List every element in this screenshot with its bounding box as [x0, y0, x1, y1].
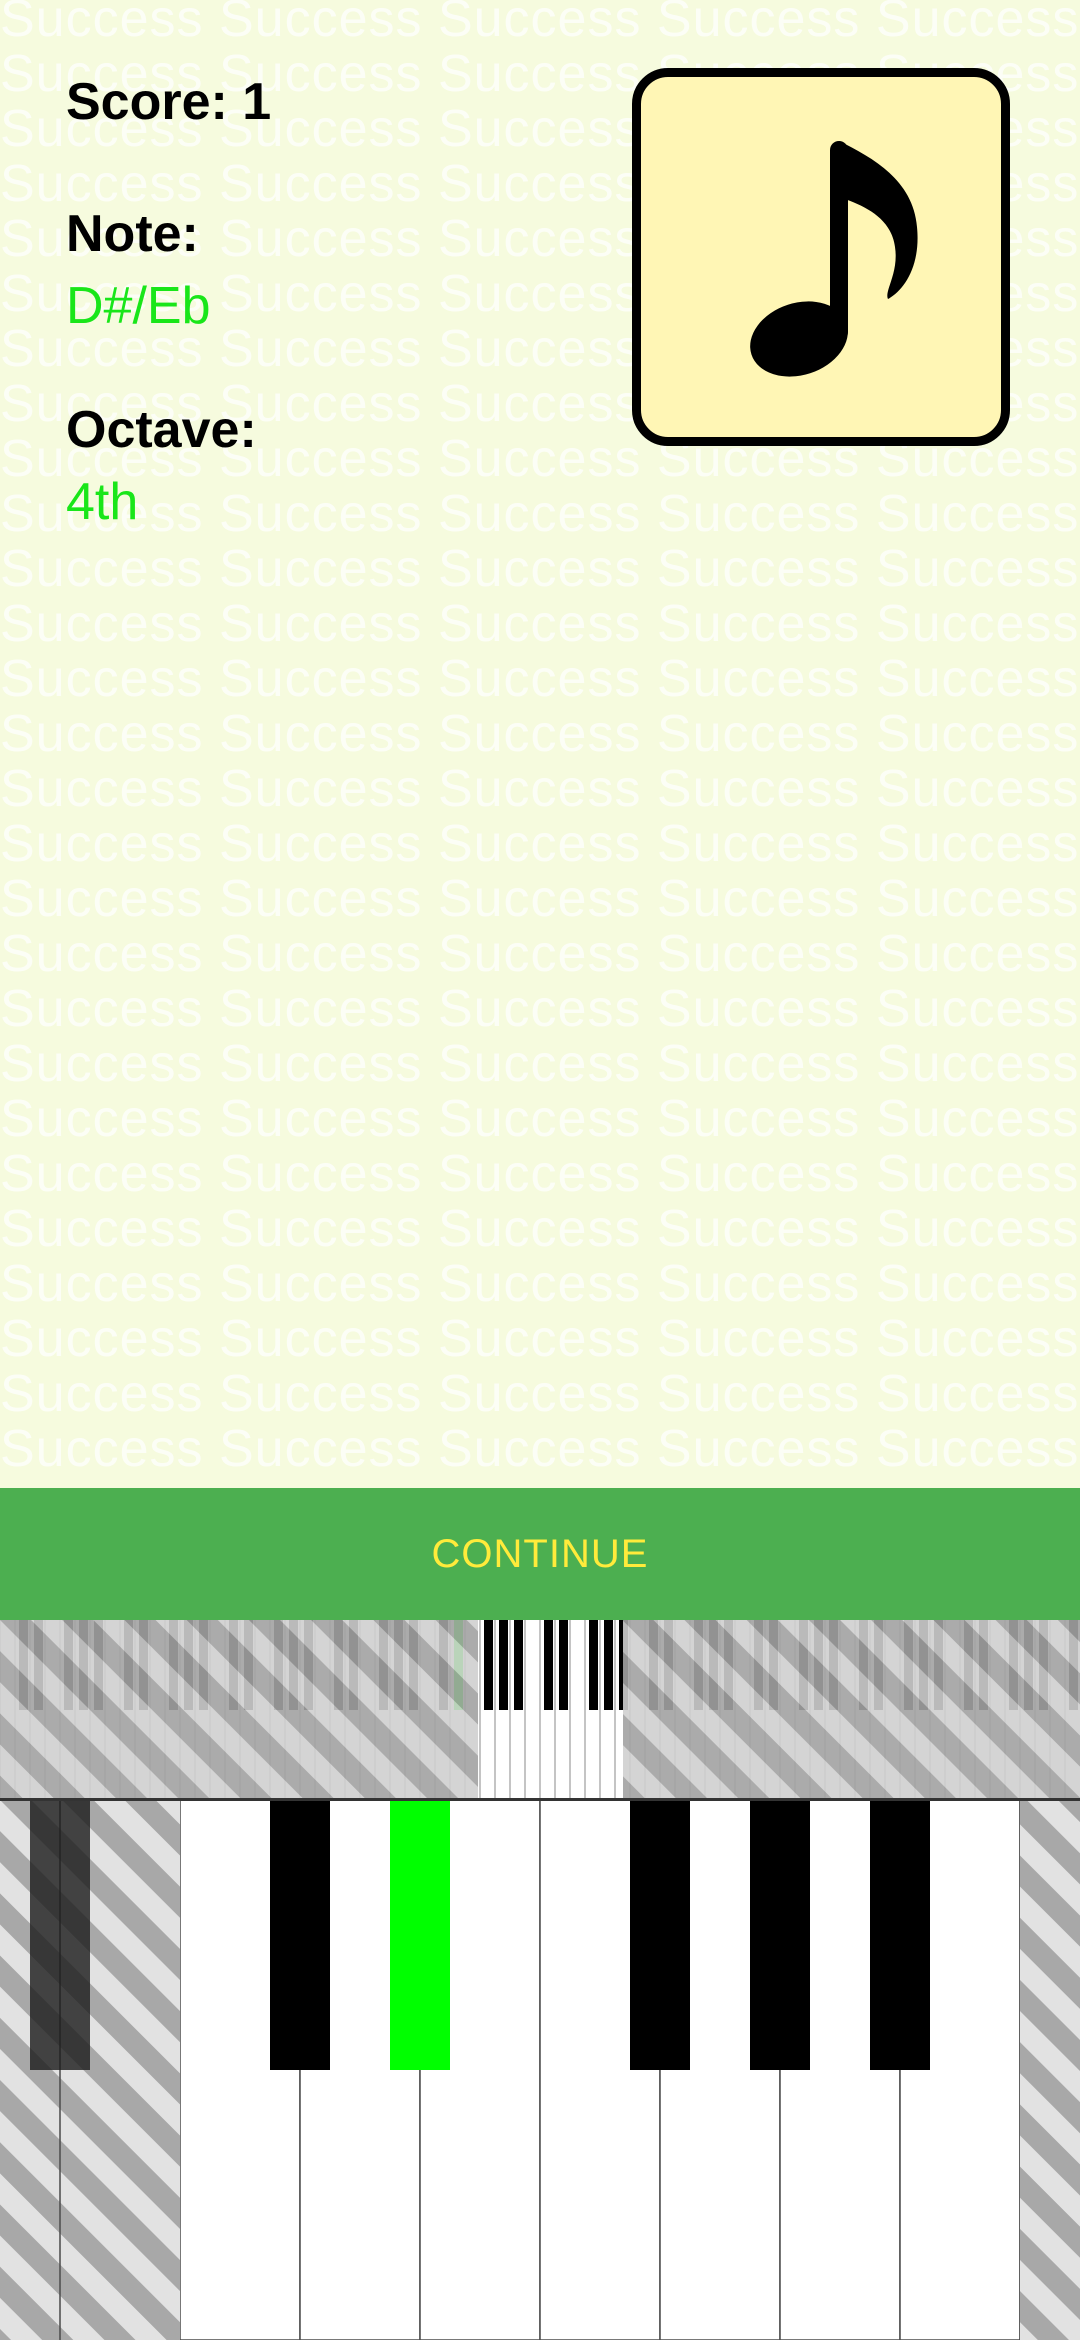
mini-black-key	[559, 1620, 568, 1710]
black-key-highlighted[interactable]	[390, 1800, 450, 2070]
watermark-row: Success Success Success Success Success …	[0, 485, 1080, 543]
watermark-row: Success Success Success Success Success …	[0, 760, 1080, 818]
watermark-row: Success Success Success Success Success …	[0, 1035, 1080, 1093]
mini-black-key	[544, 1620, 553, 1710]
watermark-row: Success Success Success Success Success …	[0, 540, 1080, 598]
note-value: D#/Eb	[66, 277, 211, 335]
black-key-disabled[interactable]	[30, 1800, 90, 2070]
octave-value: 4th	[66, 473, 139, 531]
watermark-row: Success Success Success Success Success …	[0, 980, 1080, 1038]
note-label: Note:	[66, 205, 199, 263]
music-note-icon	[750, 141, 918, 377]
watermark-row: Success Success Success Success Success …	[0, 1255, 1080, 1313]
watermark-row: Success Success Success Success Success …	[0, 1090, 1080, 1148]
watermark-row: Success Success Success Success Success …	[0, 1420, 1080, 1478]
watermark-row: Success Success Success Success Success …	[0, 705, 1080, 763]
watermark-row: Success Success Success Success Success …	[0, 870, 1080, 928]
mini-disabled-overlay-left	[0, 1620, 478, 1800]
black-key[interactable]	[750, 1800, 810, 2070]
mini-disabled-overlay-right	[623, 1620, 1080, 1800]
watermark-row: Success Success Success Success Success …	[0, 1310, 1080, 1368]
watermark-row: Success Success Success Success Success …	[0, 595, 1080, 653]
main-keyboard[interactable]	[0, 1800, 1080, 2340]
watermark-row: Success Success Success Success Success …	[0, 815, 1080, 873]
watermark-row: Success Success Success Success Success …	[0, 1145, 1080, 1203]
watermark-row: Success Success Success Success Success …	[0, 0, 1080, 48]
watermark-row: Success Success Success Success Success …	[0, 1200, 1080, 1258]
score-label: Score: 1	[66, 73, 272, 131]
mini-black-key	[604, 1620, 613, 1710]
black-key[interactable]	[870, 1800, 930, 2070]
black-key[interactable]	[630, 1800, 690, 2070]
watermark-row: Success Success Success Success Success …	[0, 1365, 1080, 1423]
mini-black-key	[514, 1620, 523, 1710]
octave-label: Octave:	[66, 401, 257, 459]
mini-keyboard[interactable]	[0, 1620, 1080, 1800]
black-key[interactable]	[270, 1800, 330, 2070]
disabled-keys-overlay-right	[1020, 1800, 1080, 2340]
note-card[interactable]	[632, 68, 1010, 446]
continue-button[interactable]: CONTINUE	[0, 1488, 1080, 1620]
mini-black-key	[499, 1620, 508, 1710]
watermark-row: Success Success Success Success Success …	[0, 925, 1080, 983]
mini-black-key	[589, 1620, 598, 1710]
watermark-row: Success Success Success Success Success …	[0, 650, 1080, 708]
mini-black-key	[484, 1620, 493, 1710]
